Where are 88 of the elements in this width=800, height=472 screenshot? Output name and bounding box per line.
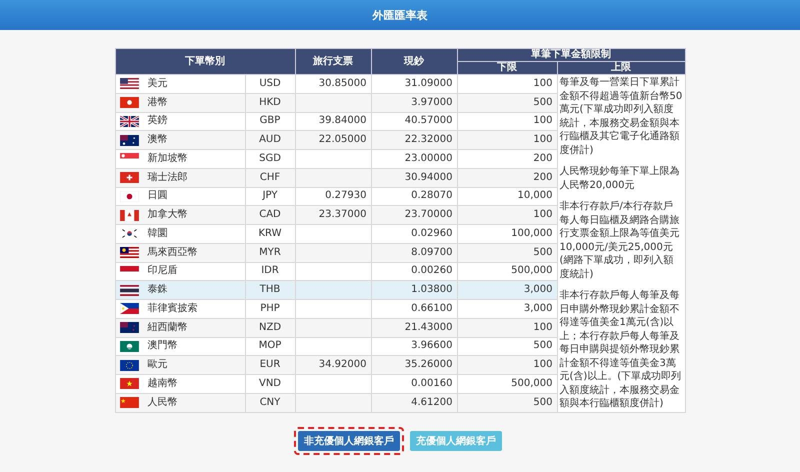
- flag-icon: [120, 303, 138, 314]
- table-cell: KRW: [245, 224, 295, 244]
- table-cell: 30.85000: [295, 74, 371, 94]
- table-cell: PHP: [245, 300, 295, 318]
- currency-name: 泰銖: [148, 284, 168, 296]
- table-cell: 100: [457, 318, 557, 337]
- table-cell: 200: [457, 168, 557, 187]
- limit-note: 非本行存款戶/本行存款戶每人每日臨櫃及網路合購旅行支票金額上限為等值美元10,000元/美元25,000元(網路下單成功，即列入額度統計): [560, 200, 680, 281]
- currency-name: 印尼盾: [148, 265, 178, 278]
- column-header: 下限: [457, 62, 557, 74]
- table-cell: CHF: [245, 168, 295, 187]
- table-cell: NZD: [245, 318, 295, 337]
- currency-name: 澳幣: [148, 134, 168, 146]
- column-header: 單筆下單金額限制: [457, 48, 685, 62]
- flag-icon: [120, 378, 138, 390]
- table-cell: 500: [457, 243, 557, 262]
- flag-icon: [120, 397, 138, 408]
- table-cell: 100: [457, 130, 557, 150]
- table-cell: 21.43000: [371, 318, 457, 337]
- limit-note: 非本行存款戶每人每筆及每日申購外幣現鈔累計金額不得達等值美金1萬元(含)以上；本行存款戶每人每筆及每日申購與提領外幣現鈔累計金額不得達等值美金3萬元(含)以上。(下單成功即列入額度統計，本服務交易金額與本行臨櫃額度併計): [560, 289, 682, 410]
- flag-icon: [120, 340, 138, 352]
- table-cell: 100: [457, 356, 557, 374]
- table-cell: 30.94000: [371, 168, 457, 187]
- table-cell: 0.66100: [371, 300, 457, 318]
- currency-name: 加拿大幣: [148, 209, 188, 222]
- table-cell: 8.09700: [371, 243, 457, 262]
- table-cell: USD: [245, 74, 295, 94]
- column-header: 現鈔: [371, 48, 457, 74]
- currency-name: 韓圜: [148, 228, 168, 240]
- flag-icon: [120, 172, 138, 184]
- limit-note: 每筆及每一營業日下單累計金額不得超過等值新台幣50萬元(下單成功即列入額度統計，本服務交易金額與本行臨櫃及其它電子化通路額度併計): [560, 76, 682, 157]
- column-header: 上限: [557, 62, 685, 74]
- flag-icon: [120, 247, 138, 258]
- table-cell: MYR: [245, 243, 295, 262]
- currency-name: 紐西蘭幣: [148, 322, 188, 334]
- currency-name: 越南幣: [148, 378, 178, 390]
- currency-name: 菲律賓披索: [148, 302, 198, 315]
- currency-name: 馬來西亞幣: [148, 246, 198, 259]
- flag-icon: [120, 97, 138, 108]
- flag-icon: [120, 78, 138, 90]
- flag-icon: [120, 134, 138, 146]
- table-cell: VND: [245, 374, 295, 394]
- table-cell: 4.61200: [371, 393, 457, 412]
- table-cell: 0.00160: [371, 374, 457, 394]
- table-cell: 31.09000: [371, 74, 457, 94]
- limit-note: 人民幣現鈔每筆下單上限為人民幣20,000元: [560, 165, 680, 192]
- flag-icon: [120, 322, 138, 334]
- table-cell: AUD: [245, 130, 295, 150]
- table-cell: HKD: [245, 93, 295, 112]
- table-cell: 23.37000: [295, 206, 371, 224]
- table-cell: 23.00000: [371, 150, 457, 168]
- flag-icon: [120, 284, 138, 296]
- currency-name: 新加坡幣: [148, 152, 188, 165]
- flag-icon: [120, 360, 138, 371]
- flag-icon: [120, 190, 138, 202]
- table-cell: EUR: [245, 356, 295, 374]
- currency-name: 澳門幣: [148, 340, 178, 352]
- customer-type-button[interactable]: 非充優個人網銀客戶: [298, 430, 400, 450]
- flag-icon: [120, 228, 138, 240]
- flag-icon: [120, 116, 138, 127]
- table-cell: 22.05000: [295, 130, 371, 150]
- flag-icon: [120, 210, 138, 221]
- table-cell: CAD: [245, 206, 295, 224]
- table-cell: 1.03800: [371, 280, 457, 300]
- page-title: 外匯匯率表: [372, 8, 428, 22]
- table-cell: 500: [457, 393, 557, 412]
- table-cell: SGD: [245, 150, 295, 168]
- table-cell: 100: [457, 206, 557, 224]
- table-cell: CNY: [245, 393, 295, 412]
- table-cell: 3,000: [457, 280, 557, 300]
- table-cell: 23.70000: [371, 206, 457, 224]
- currency-name: 歐元: [148, 359, 168, 372]
- currency-name: 英鎊: [148, 115, 168, 128]
- column-header: 旅行支票: [295, 48, 371, 74]
- table-cell: 22.32000: [371, 130, 457, 150]
- currency-name: 瑞士法郎: [148, 172, 188, 184]
- currency-name: 美元: [148, 78, 168, 90]
- table-cell: THB: [245, 280, 295, 300]
- table-cell: 100: [457, 74, 557, 94]
- currency-name: 港幣: [148, 96, 168, 109]
- table-cell: 500: [457, 93, 557, 112]
- column-header: 下單幣別: [115, 48, 295, 74]
- table-cell: 35.26000: [371, 356, 457, 374]
- table-cell: 3.97000: [371, 93, 457, 112]
- table-cell: 0.02960: [371, 224, 457, 244]
- currency-name: 日圓: [148, 190, 168, 202]
- table-cell: 34.92000: [295, 356, 371, 374]
- currency-name: 人民幣: [148, 396, 178, 409]
